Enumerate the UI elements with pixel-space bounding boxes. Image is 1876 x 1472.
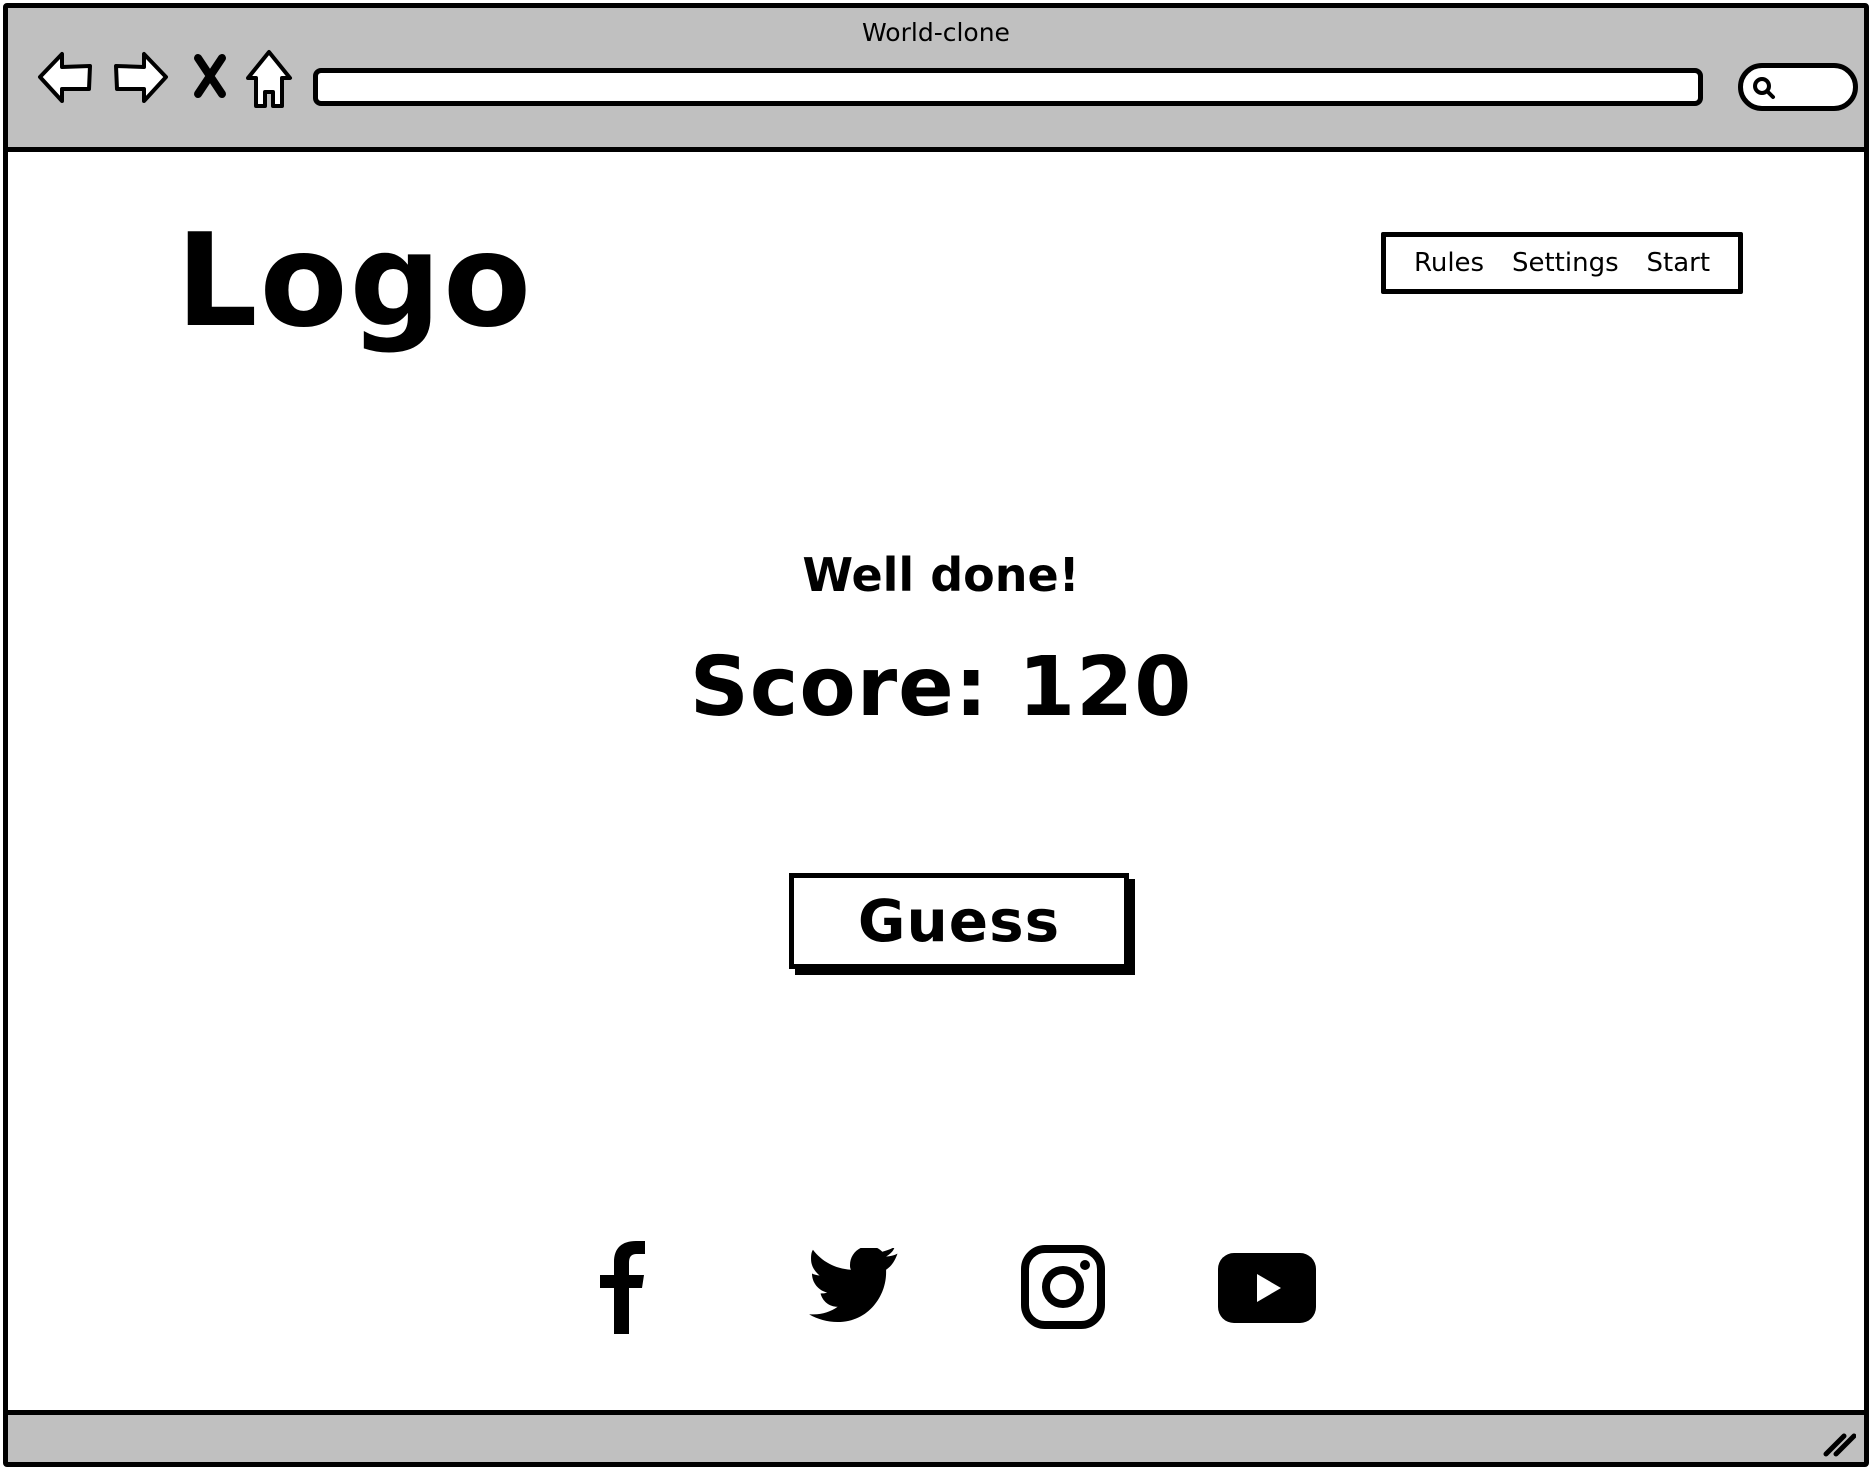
score-display: Score: 120 <box>689 640 1193 735</box>
status-bar <box>8 1410 1864 1462</box>
browser-toolbar: World-clone <box>8 8 1864 152</box>
nav-item-settings[interactable]: Settings <box>1512 248 1619 278</box>
back-arrow-icon[interactable] <box>36 48 96 106</box>
main-nav: Rules Settings Start <box>1381 232 1743 294</box>
site-logo[interactable]: Logo <box>176 218 533 346</box>
instagram-icon[interactable] <box>1020 1244 1106 1330</box>
twitter-icon[interactable] <box>808 1248 900 1326</box>
forward-arrow-icon[interactable] <box>110 48 170 106</box>
browser-window: World-clone Logo Rules Settings Start We… <box>3 3 1869 1467</box>
stop-icon[interactable] <box>190 52 230 100</box>
result-message: Well done! <box>802 548 1080 602</box>
window-title: World-clone <box>862 18 1010 47</box>
facebook-icon[interactable] <box>592 1238 652 1334</box>
nav-item-rules[interactable]: Rules <box>1414 248 1484 278</box>
guess-button[interactable]: Guess <box>789 873 1129 969</box>
nav-item-start[interactable]: Start <box>1647 248 1711 278</box>
browser-search-input[interactable] <box>1738 63 1858 111</box>
resize-grip-icon[interactable] <box>1822 1428 1856 1458</box>
search-icon <box>1753 77 1775 99</box>
youtube-icon[interactable] <box>1218 1253 1316 1323</box>
home-icon[interactable] <box>244 48 294 110</box>
address-bar[interactable] <box>313 68 1703 106</box>
